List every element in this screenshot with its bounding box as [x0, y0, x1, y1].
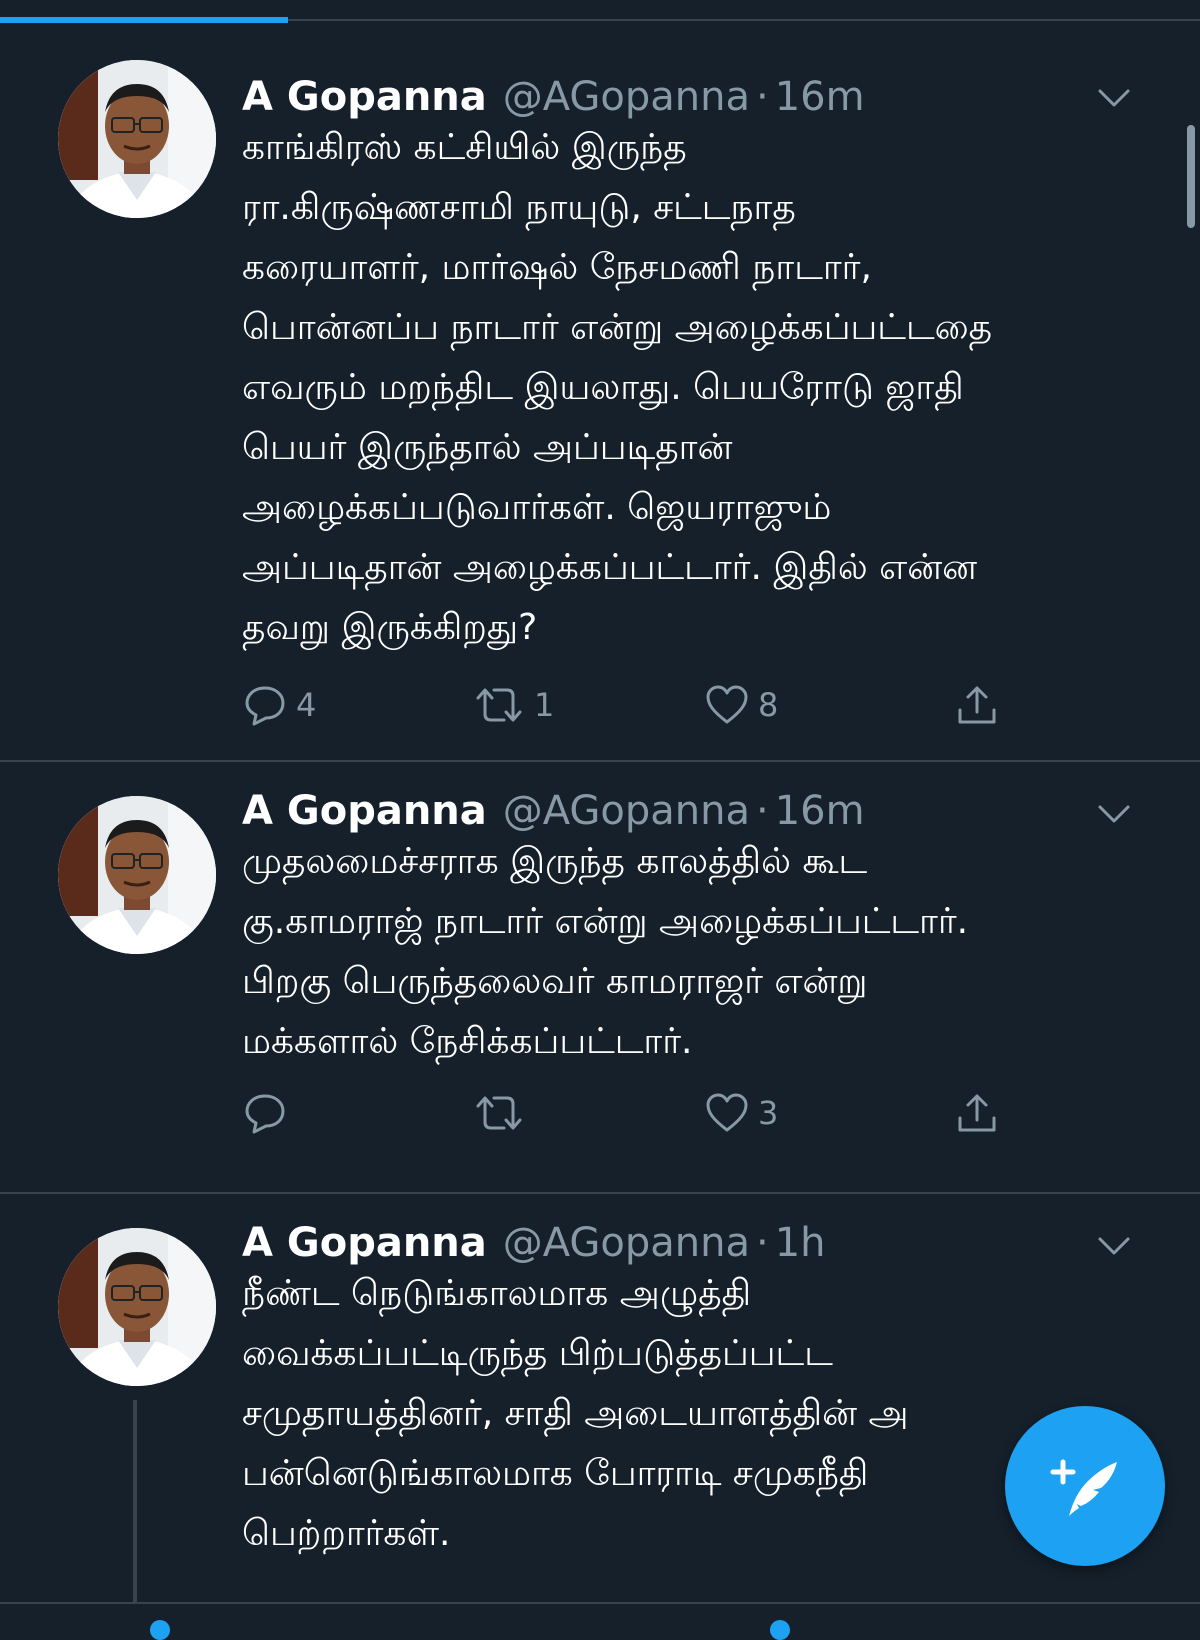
tweet[interactable]: A Gopanna @AGopanna · 16m காங்கிரஸ் கட்ச… [0, 24, 1200, 762]
retweet-icon [476, 1096, 522, 1130]
like-count: 8 [758, 686, 779, 724]
heart-icon [706, 685, 748, 724]
compose-tweet-button[interactable] [1005, 1406, 1165, 1566]
chevron-down-icon[interactable] [1096, 802, 1132, 826]
timestamp[interactable]: 16m [775, 74, 865, 120]
chevron-down-icon[interactable] [1096, 1234, 1132, 1258]
separator-dot: · [756, 74, 769, 120]
share-icon [958, 686, 996, 724]
avatar-image [58, 60, 216, 218]
user-handle[interactable]: @AGopanna [503, 788, 750, 834]
user-handle[interactable]: @AGopanna [503, 1220, 750, 1266]
compose-tweet-icon [1050, 1459, 1117, 1516]
avatar[interactable] [58, 1228, 216, 1386]
avatar[interactable] [58, 60, 216, 218]
tweet-text: காங்கிரஸ் கட்சியில் இருந்த ரா.கிருஷ்ணசாம… [242, 127, 993, 648]
tweet[interactable]: A Gopanna @AGopanna · 1h நீண்ட நெடுங்கால… [0, 1194, 1200, 1602]
display-name[interactable]: A Gopanna [242, 788, 487, 834]
like-count: 3 [758, 1094, 779, 1132]
reply-count: 4 [296, 686, 317, 724]
separator-dot: · [756, 788, 769, 834]
avatar-image [58, 796, 216, 954]
timestamp[interactable]: 16m [775, 788, 865, 834]
share-icon [958, 1094, 996, 1132]
tweet-text: நீண்ட நெடுங்காலமாக அழுத்தி வைக்கப்பட்டிர… [242, 1273, 909, 1554]
reply-button[interactable] [242, 1088, 296, 1138]
tweet[interactable]: A Gopanna @AGopanna · 16m முதலமைச்சராக இ… [0, 762, 1200, 1194]
scrollbar[interactable] [1187, 125, 1195, 228]
bottom-navigation-bar [0, 1602, 1200, 1640]
loading-progress-bar [0, 17, 288, 23]
like-button[interactable]: 8 [704, 680, 778, 730]
reply-icon [245, 686, 285, 726]
retweet-button[interactable]: 1 [472, 680, 554, 730]
reply-icon [245, 1094, 285, 1134]
display-name[interactable]: A Gopanna [242, 74, 487, 120]
tweet-actions: 4 1 8 [242, 680, 1022, 730]
timestamp[interactable]: 1h [775, 1220, 826, 1266]
retweet-icon [476, 688, 522, 722]
thread-connector-line [133, 1400, 137, 1602]
share-button[interactable] [954, 680, 1000, 730]
user-handle[interactable]: @AGopanna [503, 74, 750, 120]
display-name[interactable]: A Gopanna [242, 1220, 487, 1266]
avatar-image [58, 1228, 216, 1386]
nav-indicator-dot [770, 1620, 790, 1640]
separator-dot: · [756, 1220, 769, 1266]
like-button[interactable]: 3 [704, 1088, 778, 1138]
tweet-actions: 3 [242, 1088, 1022, 1138]
retweet-count: 1 [534, 686, 555, 724]
share-button[interactable] [954, 1088, 1000, 1138]
retweet-button[interactable] [472, 1088, 534, 1138]
heart-icon [706, 1093, 748, 1132]
avatar[interactable] [58, 796, 216, 954]
reply-button[interactable]: 4 [242, 680, 316, 730]
nav-indicator-dot [150, 1620, 170, 1640]
tweet-text: முதலமைச்சராக இருந்த காலத்தில் கூட கு.காம… [242, 841, 969, 1062]
chevron-down-icon[interactable] [1096, 86, 1132, 110]
